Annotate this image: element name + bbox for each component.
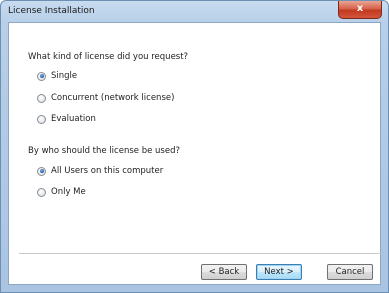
radio-unchecked-icon[interactable] — [37, 93, 46, 103]
button-separator — [19, 253, 381, 254]
license-type-question: What kind of license did you request? — [28, 52, 189, 62]
radio-all-users-label: All Users on this computer — [51, 166, 164, 176]
radio-concurrent[interactable]: Concurrent (network license) — [37, 92, 174, 104]
radio-only-me[interactable]: Only Me — [37, 186, 86, 198]
radio-single[interactable]: Single — [37, 70, 77, 82]
radio-all-users[interactable]: All Users on this computer — [37, 165, 163, 177]
radio-unchecked-icon[interactable] — [37, 187, 46, 197]
window-title: License Installation — [8, 6, 95, 16]
title-bar[interactable]: License Installation x — [1, 1, 388, 23]
back-button[interactable]: < Back — [201, 264, 247, 280]
radio-evaluation-label: Evaluation — [51, 114, 96, 124]
radio-unchecked-icon[interactable] — [37, 114, 46, 124]
cancel-button[interactable]: Cancel — [327, 264, 373, 280]
radio-checked-icon[interactable] — [37, 71, 46, 81]
radio-checked-icon[interactable] — [37, 166, 46, 176]
radio-single-label: Single — [51, 71, 78, 81]
close-icon: x — [356, 3, 364, 14]
license-scope-question: By who should the license be used? — [28, 146, 180, 156]
radio-only-me-label: Only Me — [51, 187, 86, 197]
next-button[interactable]: Next > — [256, 264, 302, 280]
radio-concurrent-label: Concurrent (network license) — [51, 93, 175, 103]
radio-evaluation[interactable]: Evaluation — [37, 113, 96, 125]
close-button[interactable]: x — [338, 1, 382, 19]
